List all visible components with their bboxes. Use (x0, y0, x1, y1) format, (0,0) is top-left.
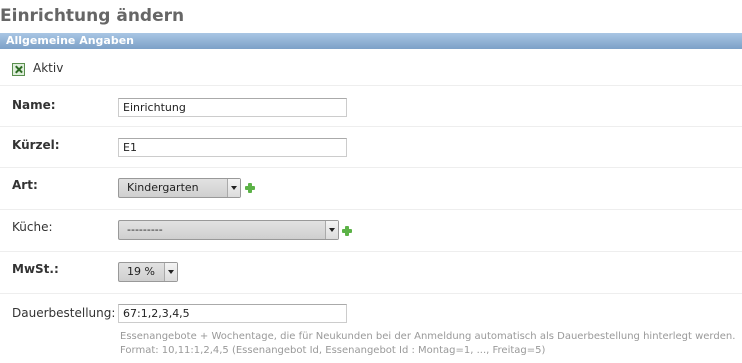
name-input[interactable]: Einrichtung (118, 98, 347, 117)
art-row: Art: (0, 168, 742, 210)
name-label: Name: (12, 98, 56, 112)
kueche-select[interactable]: --------- (118, 220, 339, 240)
art-label: Art: (12, 178, 38, 192)
kuerzel-row: Kürzel: (0, 127, 742, 168)
kueche-row: Küche: (0, 210, 742, 252)
art-selected-value: Kindergarten (127, 181, 199, 194)
dauerbestellung-help-line1: Essenangebote + Wochentage, die für Neuk… (120, 331, 736, 342)
name-row: Name: (0, 86, 742, 127)
kuerzel-label: Kürzel: (12, 138, 60, 152)
mwst-selected-value: 19 % (127, 265, 155, 278)
art-select[interactable]: Kindergarten (118, 178, 241, 198)
mwst-label: MwSt.: (12, 262, 59, 276)
mwst-select[interactable]: 19 % (118, 262, 178, 282)
chevron-down-icon (325, 221, 338, 239)
dauerbestellung-help-line2: Format: 10,11:1,2,4,5 (Essenangebot Id, … (120, 345, 546, 356)
page-title: Einrichtung ändern (0, 6, 185, 26)
fieldset-header: Allgemeine Angaben (0, 33, 742, 49)
chevron-down-icon (164, 263, 177, 281)
add-kueche-icon[interactable] (342, 226, 352, 236)
aktiv-checkbox[interactable] (12, 63, 25, 76)
mwst-row: MwSt.: (0, 252, 742, 294)
aktiv-label: Aktiv (33, 61, 64, 75)
add-art-icon[interactable] (245, 183, 255, 193)
kueche-selected-value: --------- (127, 223, 163, 236)
chevron-down-icon (227, 179, 240, 197)
dauerbestellung-label: Dauerbestellung: (12, 306, 116, 320)
aktiv-row (0, 49, 742, 86)
kueche-label: Küche: (12, 220, 53, 234)
kuerzel-input[interactable]: E1 (118, 138, 347, 157)
dauerbestellung-input[interactable]: 67:1,2,3,4,5 (118, 304, 347, 323)
